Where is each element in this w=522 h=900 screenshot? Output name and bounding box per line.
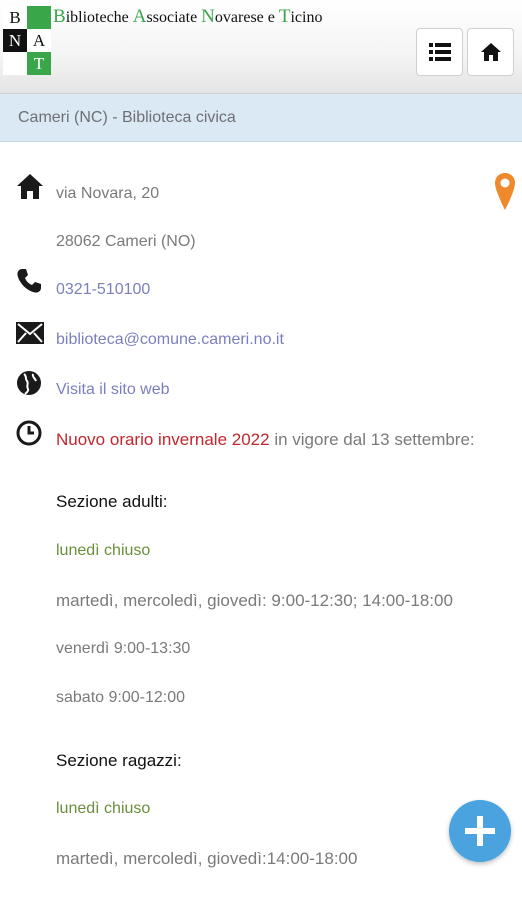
list-icon [428, 43, 451, 61]
globe-icon [17, 371, 41, 395]
logo-letter-t: T [27, 52, 51, 75]
hours-notice-highlight: Nuovo orario invernale 2022 [56, 430, 270, 449]
menu-button[interactable] [416, 28, 463, 76]
add-button[interactable] [449, 800, 511, 862]
plus-icon [465, 816, 495, 846]
phone-link[interactable]: 0321-510100 [56, 281, 150, 299]
address-line-1: via Novara, 20 [56, 185, 160, 202]
envelope-icon [16, 322, 44, 344]
adults-hours-line: sabato 9:00-12:00 [56, 689, 185, 706]
logo-letter-a: A [27, 29, 51, 52]
adults-hours-line: venerdì 9:00-13:30 [56, 640, 191, 657]
logo-white-block [3, 52, 27, 75]
clock-icon [16, 420, 42, 446]
kids-hours-line: lunedì chiuso [56, 800, 151, 817]
logo-letter-n: N [3, 29, 27, 52]
kids-hours-line: martedì, mercoledì, giovedì:14:00-18:00 [56, 849, 358, 868]
map-pin-icon[interactable] [494, 172, 516, 212]
page-title: Cameri (NC) - Biblioteca civica [0, 94, 522, 142]
adults-heading: Sezione adulti: [56, 492, 168, 511]
site-title: Biblioteche Associate Novarese e Ticino [53, 6, 323, 27]
phone-icon [17, 269, 41, 293]
email-link[interactable]: biblioteca@comune.cameri.no.it [56, 331, 284, 349]
bant-logo[interactable]: B N A T [3, 6, 51, 76]
logo-letter-b: B [3, 6, 27, 29]
logo-green-block [27, 6, 51, 29]
hours-notice-text: in vigore dal 13 settembre: [269, 430, 475, 449]
website-link[interactable]: Visita il sito web [56, 381, 170, 399]
home-button[interactable] [467, 28, 514, 76]
home-icon [480, 43, 501, 61]
hours-notice: Nuovo orario invernale 2022 in vigore da… [56, 430, 475, 450]
address-line-2: 28062 Cameri (NO) [56, 233, 196, 250]
home-icon [17, 174, 43, 199]
kids-heading: Sezione ragazzi: [56, 751, 182, 770]
adults-hours-line: lunedì chiuso [56, 542, 151, 559]
adults-hours-line: martedì, mercoledì, giovedì: 9:00-12:30;… [56, 591, 453, 610]
app-header: B N A T Biblioteche Associate Novarese e… [0, 0, 522, 94]
